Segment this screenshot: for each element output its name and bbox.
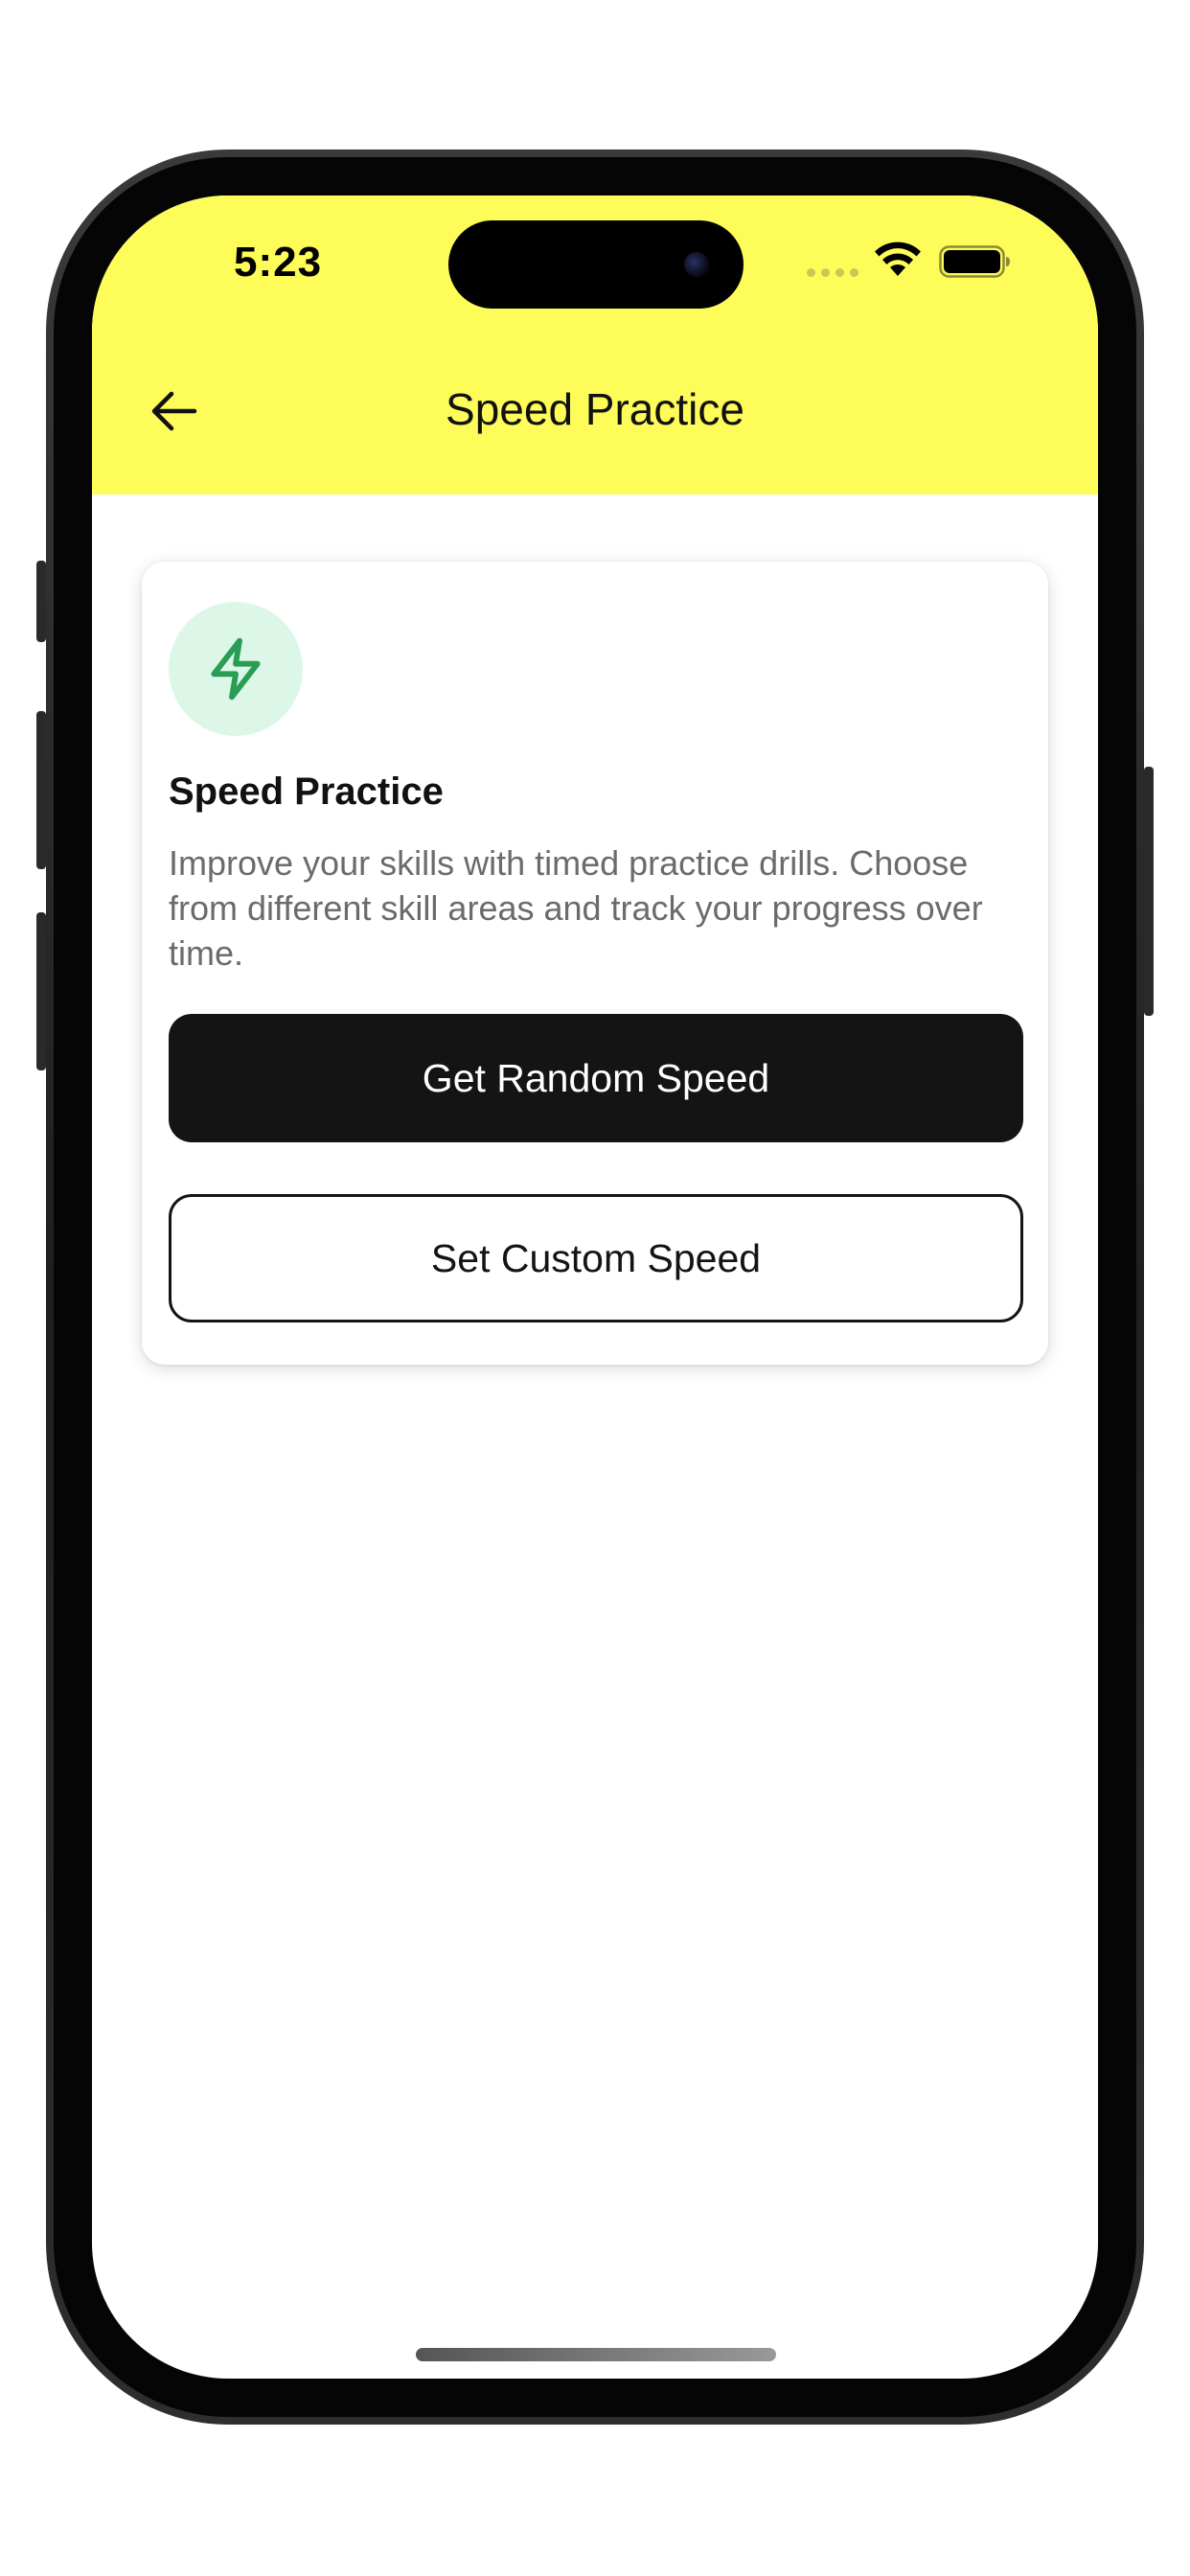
- set-custom-speed-button[interactable]: Set Custom Speed: [169, 1194, 1023, 1322]
- app-header: 5:23 Speed Practice: [92, 196, 1098, 494]
- get-random-speed-button[interactable]: Get Random Speed: [169, 1014, 1023, 1142]
- screen: 5:23 Speed Practice Speed Practice Impro…: [92, 196, 1098, 2379]
- volume-down-button: [36, 912, 46, 1070]
- lightning-bolt-icon: [211, 637, 261, 701]
- mute-switch: [36, 561, 46, 642]
- battery-icon: [939, 245, 1010, 278]
- home-indicator[interactable]: [416, 2348, 776, 2361]
- power-button: [1144, 767, 1154, 1016]
- front-camera-icon: [684, 252, 709, 277]
- dynamic-island: [448, 220, 744, 309]
- speed-practice-card: Speed Practice Improve your skills with …: [142, 562, 1048, 1365]
- wifi-icon: [875, 242, 921, 276]
- page: 5:23 Speed Practice Speed Practice Impro…: [0, 0, 1190, 2576]
- card-title: Speed Practice: [169, 770, 444, 813]
- volume-up-button: [36, 711, 46, 869]
- signal-dots-icon: [807, 268, 858, 277]
- icon-badge: [169, 602, 303, 736]
- page-title: Speed Practice: [446, 384, 744, 434]
- card-description: Improve your skills with timed practice …: [169, 843, 983, 973]
- status-time: 5:23: [234, 239, 323, 286]
